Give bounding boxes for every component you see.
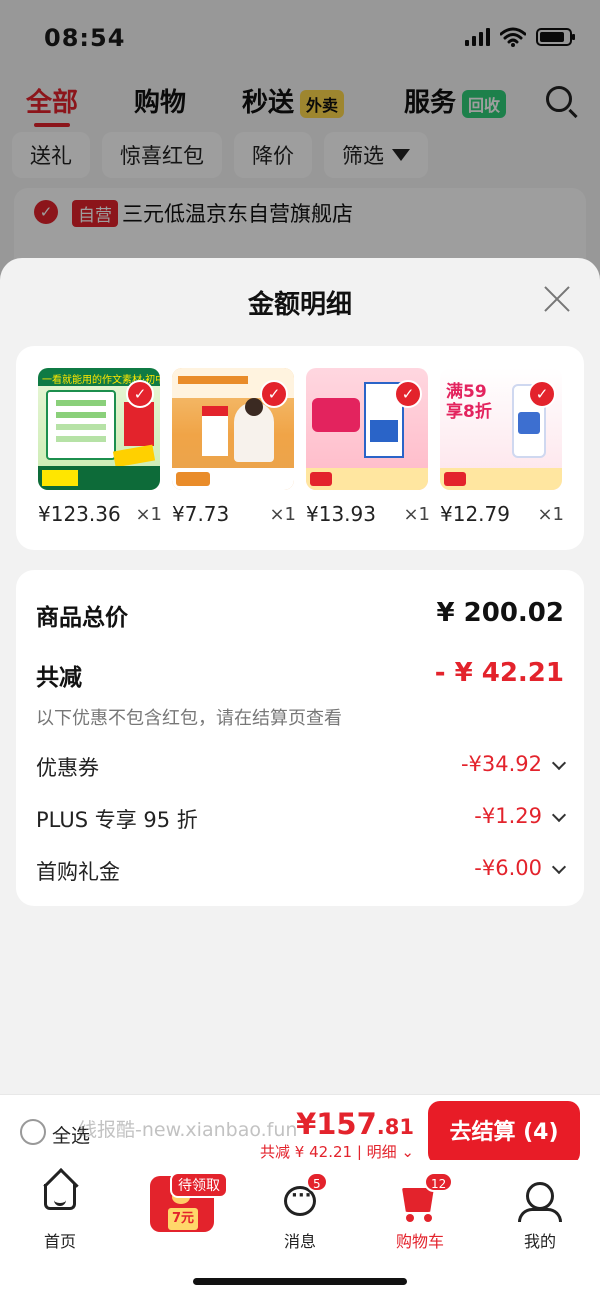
product-item[interactable]: ✓ ¥7.73 ×1	[172, 368, 296, 526]
product-thumbnail: 一看就能用的作文素材·初中版 ✓	[38, 368, 160, 490]
select-all-radio[interactable]	[20, 1119, 46, 1145]
product-thumbnail: ✓	[306, 368, 428, 490]
red-packet-tag: 待领取	[170, 1172, 228, 1198]
product-qty: ×1	[537, 504, 564, 525]
chevron-down-icon	[551, 755, 567, 771]
nav-home[interactable]: 首页	[20, 1170, 100, 1251]
checkout-bar: 全选 线报酷-new.xianbao.fun ¥157.81 共减 ¥ 42.2…	[0, 1094, 600, 1165]
total-price: ¥157.81	[296, 1107, 414, 1141]
saving-detail-link[interactable]: 共减 ¥ 42.21 | 明细 ⌄	[260, 1141, 414, 1162]
cart-badge: 12	[424, 1172, 454, 1192]
product-price: ¥7.73	[172, 502, 230, 526]
discount-value: -¥6.00	[474, 856, 542, 880]
product-thumbnail: ✓	[172, 368, 294, 490]
amount-card: 商品总价 ¥ 200.02 共减 - ¥ 42.21 以下优惠不包含红包，请在结…	[16, 570, 584, 906]
close-icon[interactable]	[542, 284, 572, 314]
total-row: 商品总价 ¥ 200.02	[36, 598, 564, 632]
user-icon	[526, 1182, 554, 1210]
nav-profile[interactable]: 我的	[500, 1170, 580, 1251]
discount-value: -¥34.92	[460, 752, 542, 776]
home-indicator[interactable]	[193, 1278, 407, 1285]
reduce-label: 共减	[36, 665, 82, 691]
discount-value: -¥1.29	[474, 804, 542, 828]
product-qty: ×1	[403, 504, 430, 525]
discount-row-first-purchase[interactable]: 首购礼金 -¥6.00	[36, 856, 567, 886]
reduce-value: - ¥ 42.21	[434, 658, 564, 688]
total-label: 商品总价	[36, 605, 128, 631]
product-qty: ×1	[269, 504, 296, 525]
product-item[interactable]: 一看就能用的作文素材·初中版 ✓ ¥123.36 ×1	[38, 368, 162, 526]
dim-overlay[interactable]	[0, 0, 600, 300]
cart-icon	[402, 1188, 434, 1212]
home-icon	[44, 1184, 76, 1210]
nav-cart[interactable]: 12 购物车	[380, 1170, 460, 1251]
product-item[interactable]: ✓ ¥13.93 ×1	[306, 368, 430, 526]
product-price: ¥13.93	[306, 502, 376, 526]
product-thumbnail: 满59 享8折 ✓	[440, 368, 562, 490]
chevron-down-icon	[551, 807, 567, 823]
red-packet-amount: 7元	[168, 1208, 198, 1230]
check-icon: ✓	[394, 380, 422, 408]
message-badge: 5	[306, 1172, 328, 1192]
total-value: ¥ 200.02	[436, 598, 564, 628]
amount-detail-sheet: 金额明细 一看就能用的作文素材·初中版 ✓ ¥123.36 ×1 ✓ ¥7.73 ×…	[0, 258, 600, 1094]
check-icon: ✓	[260, 380, 288, 408]
products-card: 一看就能用的作文素材·初中版 ✓ ¥123.36 ×1 ✓ ¥7.73 ×1 ✓ ¥…	[16, 346, 584, 550]
discount-note: 以下优惠不包含红包，请在结算页查看	[36, 708, 342, 729]
chevron-down-icon	[551, 859, 567, 875]
discount-row-coupon[interactable]: 优惠券 -¥34.92	[36, 752, 567, 782]
watermark: 线报酷-new.xianbao.fun	[78, 1119, 298, 1141]
sheet-title: 金额明细	[247, 290, 352, 320]
product-item[interactable]: 满59 享8折 ✓ ¥12.79 ×1	[440, 368, 564, 526]
product-price: ¥123.36	[38, 502, 121, 526]
nav-messages[interactable]: 5 消息	[260, 1170, 340, 1251]
check-icon: ✓	[528, 380, 556, 408]
checkout-button[interactable]: 去结算 (4)	[428, 1101, 580, 1165]
product-qty: ×1	[135, 504, 162, 525]
check-icon: ✓	[126, 380, 154, 408]
discount-row-plus[interactable]: PLUS 专享 95 折 -¥1.29	[36, 804, 567, 834]
product-price: ¥12.79	[440, 502, 510, 526]
reduce-row: 共减 - ¥ 42.21	[36, 658, 564, 692]
